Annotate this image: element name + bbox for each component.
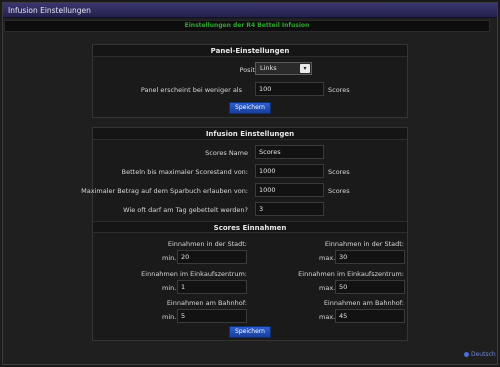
max-score-label: Betteln bis maximaler Scorestand von: (121, 168, 248, 176)
mall-max-label: Einnahmen im Einkaufszentrum: (298, 270, 404, 278)
infusion-save-button[interactable]: Speichern (229, 326, 271, 338)
threshold-unit: Scores (328, 86, 350, 94)
city-min-label: Einnahmen in der Stadt: (167, 240, 247, 248)
station-max-input[interactable]: 45 (335, 309, 405, 323)
panel-settings-header: Panel-Einstellungen (93, 45, 407, 57)
chevron-down-icon: ▾ (300, 64, 310, 73)
per-day-input[interactable]: 3 (255, 202, 324, 216)
income-header: Scores Einnahmen (93, 221, 407, 233)
scores-name-label: Scores Name (205, 149, 248, 157)
mall-min-prefix: min. (162, 284, 177, 292)
station-min-input[interactable]: 5 (177, 309, 247, 323)
language-link[interactable]: Deutsch (464, 351, 496, 358)
station-min-label: Einnahmen am Bahnhof: (166, 299, 247, 307)
city-min-prefix: min. (162, 254, 177, 262)
city-min-input[interactable]: 20 (177, 250, 247, 264)
position-select[interactable]: Links ▾ (255, 62, 312, 75)
max-amount-unit: Scores (328, 187, 350, 195)
globe-dot-icon (464, 352, 469, 357)
panel-save-button[interactable]: Speichern (229, 102, 271, 114)
language-link-label: Deutsch (471, 351, 496, 358)
station-max-prefix: max. (319, 313, 336, 321)
station-min-prefix: min. (162, 313, 177, 321)
threshold-input[interactable]: 100 (255, 82, 324, 96)
city-max-prefix: max. (319, 254, 336, 262)
city-max-input[interactable]: 30 (335, 250, 405, 264)
position-select-value: Links (260, 64, 277, 72)
scores-name-input[interactable]: Scores (255, 145, 324, 159)
window-title: Infusion Einstellungen (3, 3, 497, 18)
max-score-input[interactable]: 1000 (255, 164, 324, 178)
max-score-unit: Scores (328, 168, 350, 176)
infusion-settings-panel: Infusion Einstellungen Scores Name Score… (81, 127, 408, 341)
infusion-settings-header: Infusion Einstellungen (93, 128, 407, 140)
mall-min-input[interactable]: 1 (177, 280, 247, 294)
per-day-label: Wie oft darf am Tag gebettelt werden? (123, 206, 248, 214)
panel-settings-panel: Panel-Einstellungen Position: Links ▾ Pa… (92, 44, 408, 118)
max-amount-input[interactable]: 1000 (255, 183, 324, 197)
threshold-label: Panel erscheint bei weniger als (140, 86, 242, 94)
station-max-label: Einnahmen am Bahnhof: (323, 299, 404, 307)
mall-max-input[interactable]: 50 (335, 280, 405, 294)
city-max-label: Einnahmen in der Stadt: (324, 240, 404, 248)
mall-min-label: Einnahmen im Einkaufszentrum: (141, 270, 247, 278)
mall-max-prefix: max. (319, 284, 336, 292)
status-notice: Einstellungen der R4 Betteil Infusion (4, 20, 490, 32)
max-amount-label: Maximaler Betrag auf dem Sparbuch erlaub… (81, 187, 248, 195)
